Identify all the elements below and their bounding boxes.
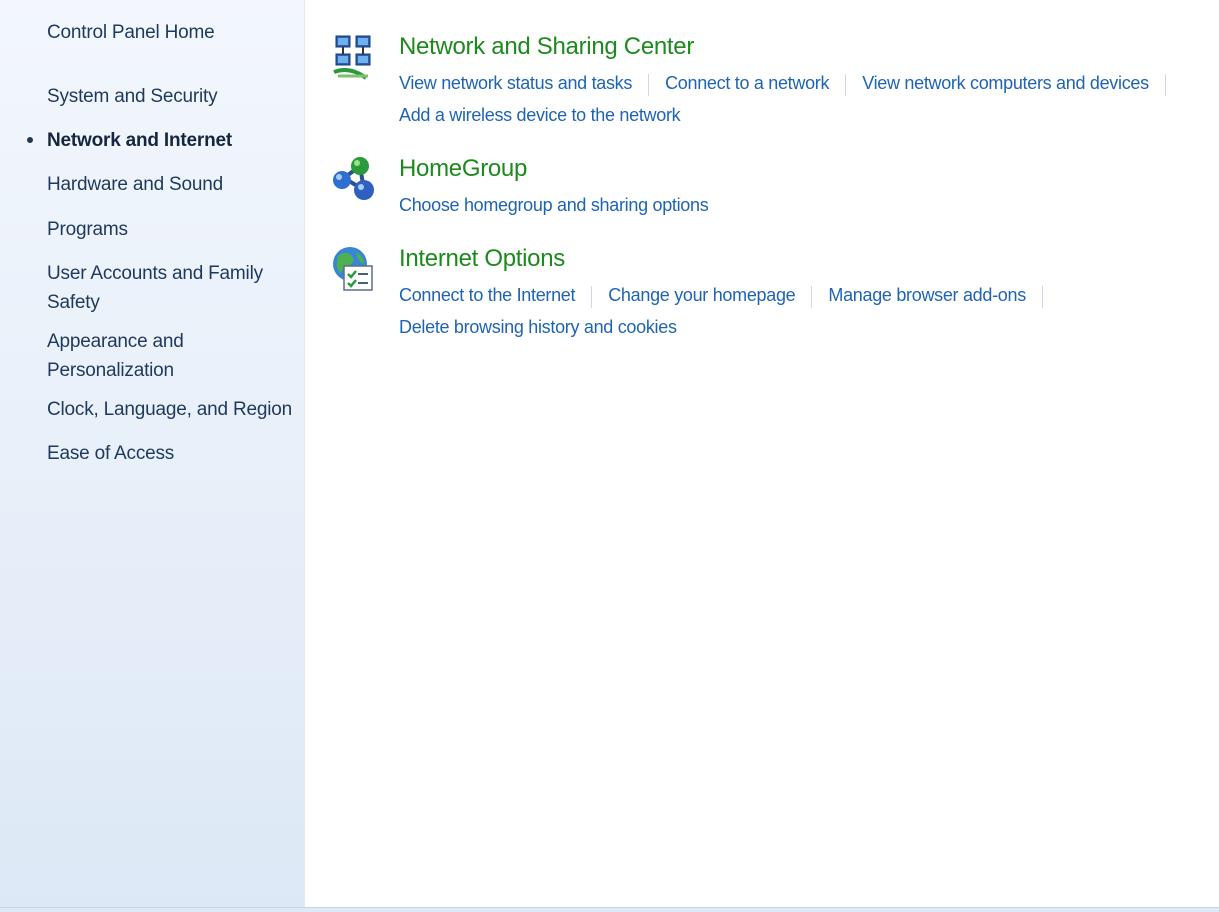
category-title[interactable]: HomeGroup (399, 154, 527, 184)
separator (591, 285, 593, 308)
link-choose-homegroup[interactable]: Choose homegroup and sharing options (399, 195, 709, 215)
active-bullet-icon (27, 137, 33, 143)
sidebar-item-user-accounts[interactable]: User Accounts and Family Safety (47, 259, 277, 317)
sidebar-item-programs[interactable]: Programs (47, 215, 297, 244)
sidebar-item-network-internet[interactable]: Network and Internet (27, 126, 297, 155)
link-add-wireless-device[interactable]: Add a wireless device to the network (399, 105, 681, 125)
separator (811, 285, 813, 308)
category-title[interactable]: Network and Sharing Center (399, 32, 694, 62)
link-connect-to-internet[interactable]: Connect to the Internet (399, 285, 576, 305)
link-view-network-computers[interactable]: View network computers and devices (862, 73, 1149, 93)
link-change-homepage[interactable]: Change your homepage (608, 285, 795, 305)
homegroup-icon (333, 157, 374, 200)
links-row: Choose homegroup and sharing options (399, 190, 709, 220)
sidebar-item-appearance[interactable]: Appearance and Personalization (47, 327, 227, 385)
links-row: Add a wireless device to the network (399, 100, 681, 130)
network-sharing-icon (333, 35, 371, 80)
separator (845, 73, 847, 96)
sidebar-item-system-security[interactable]: System and Security (47, 82, 297, 111)
bottom-border (0, 907, 1219, 912)
link-connect-to-network[interactable]: Connect to a network (665, 73, 829, 93)
sidebar-item-control-panel-home[interactable]: Control Panel Home (47, 18, 297, 47)
links-row: Delete browsing history and cookies (399, 312, 677, 342)
link-manage-addons[interactable]: Manage browser add-ons (828, 285, 1026, 305)
link-delete-browsing-history[interactable]: Delete browsing history and cookies (399, 317, 677, 337)
control-panel-window: Control Panel Home System and Security N… (0, 0, 1219, 912)
links-row: View network status and tasks Connect to … (399, 68, 1182, 98)
sidebar: Control Panel Home System and Security N… (0, 0, 305, 908)
separator (648, 73, 650, 96)
link-view-network-status[interactable]: View network status and tasks (399, 73, 632, 93)
separator (1164, 73, 1166, 96)
links-row: Connect to the Internet Change your homep… (399, 280, 1059, 310)
sidebar-item-ease-of-access[interactable]: Ease of Access (47, 439, 297, 468)
sidebar-item-hardware-sound[interactable]: Hardware and Sound (47, 170, 297, 199)
category-title[interactable]: Internet Options (399, 244, 565, 274)
internet-options-icon (333, 247, 373, 291)
sidebar-item-label: Network and Internet (47, 130, 232, 151)
sidebar-item-clock-language[interactable]: Clock, Language, and Region (47, 395, 297, 424)
separator (1041, 285, 1043, 308)
